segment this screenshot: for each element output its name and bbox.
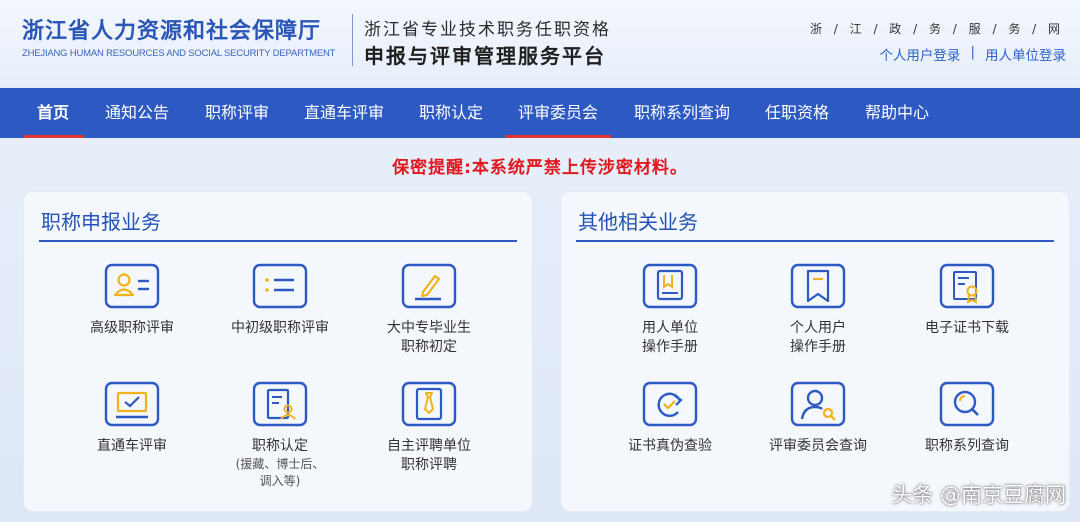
monitor-check-icon: [104, 381, 160, 427]
personal-login-link[interactable]: 个人用户登录: [879, 44, 960, 64]
nav-series-query[interactable]: 职称系列查询: [633, 88, 731, 138]
tile-label-line2: 操作手册: [790, 339, 846, 355]
tile-senior-review[interactable]: 高级职称评审: [57, 263, 207, 338]
nav-notices[interactable]: 通知公告: [104, 88, 170, 138]
tile-label-line2: 职称评聘: [401, 457, 457, 473]
bookmark-icon: [790, 263, 846, 309]
document-user-icon: [252, 381, 308, 427]
watermark: 头条 @南京豆腐网: [891, 483, 1066, 507]
tile-graduate-initial[interactable]: 大中专毕业生 职称初定: [354, 263, 504, 357]
nav-home[interactable]: 首页: [36, 88, 70, 138]
tile-label: 电子证书下载: [925, 320, 1009, 336]
tie-badge-icon: [401, 381, 457, 427]
panel-title: 职称申报业务: [41, 210, 161, 234]
tile-label: 自主评聘单位: [387, 438, 471, 454]
tile-committee-query[interactable]: 评审委员会查询: [743, 381, 893, 456]
tile-e-certificate-download[interactable]: 电子证书下载: [892, 263, 1042, 338]
list-icon: [252, 263, 308, 309]
tile-label: 中初级职称评审: [231, 320, 329, 336]
panel-divider: [576, 240, 1054, 242]
panel-divider: [39, 240, 517, 242]
user-search-icon: [790, 381, 846, 427]
tile-label: 评审委员会查询: [769, 438, 867, 454]
nav-review-committee[interactable]: 评审委员会: [517, 88, 599, 138]
panel-title: 其他相关业务: [578, 210, 698, 234]
book-icon: [642, 263, 698, 309]
nav-qualification[interactable]: 任职资格: [764, 88, 830, 138]
tile-express-review[interactable]: 直通车评审: [57, 381, 207, 456]
tile-label: 高级职称评审: [90, 320, 174, 336]
tile-label-line2: 职称初定: [401, 339, 457, 355]
tile-label: 用人单位: [642, 320, 698, 336]
header-divider: [352, 14, 353, 66]
certificate-icon: [939, 263, 995, 309]
security-warning: 保密提醒:本系统严禁上传涉密材料。: [392, 158, 688, 178]
tile-label: 大中专毕业生: [387, 320, 471, 336]
nav-title-review[interactable]: 职称评审: [204, 88, 270, 138]
tile-unit-manual[interactable]: 用人单位 操作手册: [595, 263, 745, 357]
zhejiang-gov-service-link[interactable]: 浙 / 江 / 政 / 务 / 服 / 务 / 网: [810, 20, 1064, 37]
verify-refresh-icon: [642, 381, 698, 427]
nav-title-recognition[interactable]: 职称认定: [418, 88, 484, 138]
tile-self-appointment-unit[interactable]: 自主评聘单位 职称评聘: [354, 381, 504, 475]
tile-sub-line2: 调入等): [259, 474, 301, 488]
search-icon: [939, 381, 995, 427]
platform-title-line2: 申报与评审管理服务平台: [364, 44, 606, 68]
tile-certificate-verify[interactable]: 证书真伪查验: [595, 381, 745, 456]
id-card-icon: [104, 263, 160, 309]
tile-label: 职称认定: [252, 438, 308, 454]
nav-hover-indicator: [505, 135, 611, 138]
tile-title-recognition[interactable]: 职称认定 (援藏、博士后、 调入等): [205, 381, 355, 490]
tile-label: 直通车评审: [97, 438, 167, 454]
tile-mid-junior-review[interactable]: 中初级职称评审: [205, 263, 355, 338]
department-name-en: ZHEJIANG HUMAN RESOURCES AND SOCIAL SECU…: [22, 48, 336, 59]
login-separator: |: [970, 44, 975, 60]
login-links: 个人用户登录 | 用人单位登录: [879, 44, 1066, 64]
site-header: 浙江省人力资源和社会保障厅 ZHEJIANG HUMAN RESOURCES A…: [0, 0, 1080, 88]
panel-title-application: 职称申报业务 高级职称评审 中初级职称评审 大中专毕业生 职称初定 直通车评审 …: [23, 191, 533, 512]
panel-other-services: 其他相关业务 用人单位 操作手册 个人用户 操作手册 电子证书下载 证书真伪查验…: [560, 191, 1070, 512]
tile-series-query[interactable]: 职称系列查询: [892, 381, 1042, 456]
tile-label: 职称系列查询: [925, 438, 1009, 454]
nav-active-indicator: [24, 135, 84, 138]
unit-login-link[interactable]: 用人单位登录: [985, 44, 1066, 64]
tile-label: 个人用户: [790, 320, 846, 336]
nav-help[interactable]: 帮助中心: [864, 88, 930, 138]
edit-icon: [401, 263, 457, 309]
tile-label-line2: 操作手册: [642, 339, 698, 355]
tile-personal-manual[interactable]: 个人用户 操作手册: [743, 263, 893, 357]
tile-label: 证书真伪查验: [628, 438, 712, 454]
nav-express-review[interactable]: 直通车评审: [303, 88, 385, 138]
tile-sub-line1: (援藏、博士后、: [235, 457, 325, 471]
main-nav: 首页 通知公告 职称评审 直通车评审 职称认定 评审委员会 职称系列查询 任职资…: [0, 88, 1080, 138]
department-name-cn[interactable]: 浙江省人力资源和社会保障厅: [22, 13, 321, 45]
platform-title-line1: 浙江省专业技术职务任职资格: [364, 20, 611, 40]
